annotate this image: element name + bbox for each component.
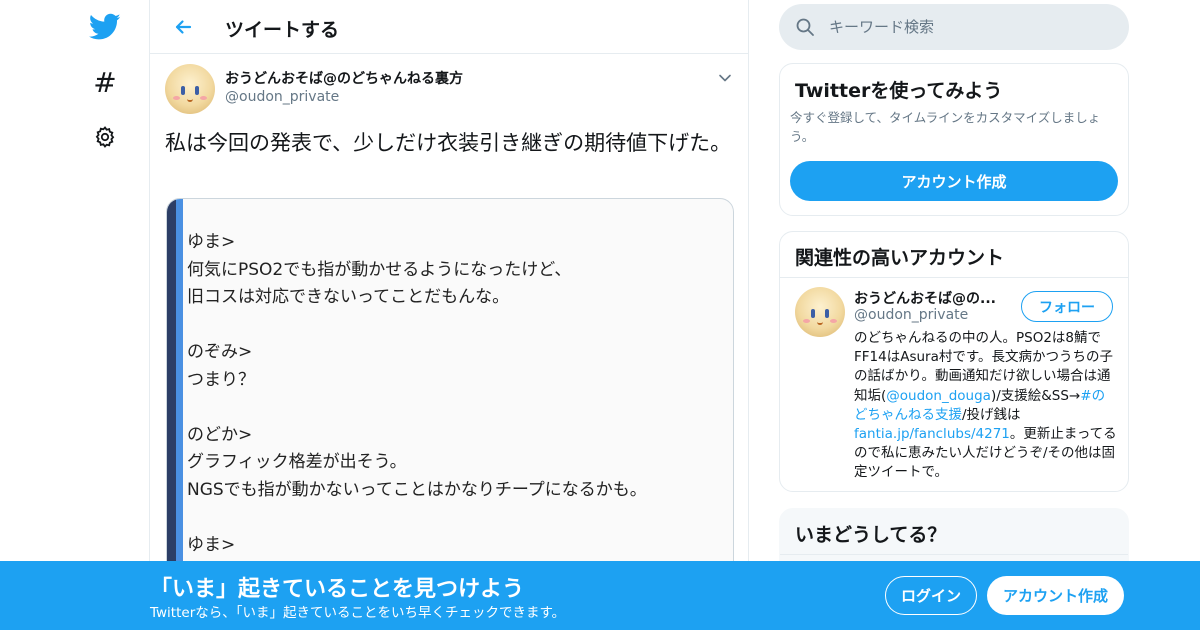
banner-title: 「いま」起きていることを見つけよう: [150, 577, 525, 602]
related-account-handle[interactable]: @oudon_private: [854, 307, 968, 323]
image-text-line: [187, 312, 727, 340]
settings-gear-icon[interactable]: [88, 120, 122, 154]
image-text-line: のどか>: [187, 424, 253, 445]
tweet-image[interactable]: ゆま> 何気にPSO2でも指が動かせるようになったけど、 旧コスは対応できないってこ…: [166, 198, 734, 578]
related-card-title: 関連性の高いアカウント: [795, 247, 1005, 269]
bio-mention-link[interactable]: @oudon_douga: [886, 388, 991, 404]
back-arrow-icon[interactable]: [168, 12, 198, 42]
signup-card-title: Twitterを使ってみよう: [795, 80, 1003, 102]
author-handle[interactable]: @oudon_private: [225, 89, 339, 105]
page-title: ツイートする: [225, 19, 340, 41]
divider: [780, 277, 1128, 278]
divider: [780, 554, 1128, 555]
image-text-line: ゆま>: [187, 232, 236, 252]
bio-text: /投げ銭は: [962, 406, 1021, 423]
trends-card-title: いまどうしてる？: [795, 524, 947, 546]
banner-create-account-button[interactable]: アカウント作成: [987, 576, 1124, 615]
left-nav: #: [0, 0, 150, 630]
image-text-line: 旧コスは対応できないってことだもんな。: [187, 287, 510, 307]
chevron-down-icon[interactable]: [718, 70, 732, 84]
image-text-line: [187, 394, 727, 422]
related-avatar[interactable]: [795, 287, 845, 337]
related-account-name[interactable]: おうどんおそば@の...: [854, 288, 996, 308]
follow-button[interactable]: フォロー: [1021, 291, 1113, 322]
twitter-bird-icon[interactable]: [88, 10, 122, 44]
image-text-line: のぞみ>: [187, 342, 253, 362]
author-avatar[interactable]: [165, 64, 215, 114]
search-icon: [795, 17, 815, 37]
banner-subtitle: Twitterなら、「いま」起きていることをいち早くチェックできます。: [150, 605, 566, 621]
signup-card: Twitterを使ってみよう 今すぐ登録して、タイムラインをカスタマイズしましょ…: [779, 63, 1129, 216]
image-text-lines: ゆま> 何気にPSO2でも指が動かせるようになったけど、 旧コスは対応できないってこ…: [187, 229, 727, 559]
related-account-bio: のどちゃんねるの中の人。PSO2は8鯖でFF14はAsura村です。長文病かつう…: [854, 329, 1118, 483]
search-input[interactable]: [829, 4, 1109, 50]
tweet-text: 私は今回の発表で、少しだけ衣装引き継ぎの期待値下げた。: [165, 131, 732, 155]
image-text-line: [187, 504, 727, 532]
bio-url-link[interactable]: fantia.jp/fanclubs/4271: [854, 426, 1010, 442]
explore-hashtag-icon[interactable]: #: [88, 66, 122, 100]
login-button[interactable]: ログイン: [885, 576, 977, 615]
tweet-author-row: おうどんおそば@のどちゃんねる裏方 @oudon_private: [150, 54, 748, 120]
image-text-line: つまり？: [187, 369, 255, 390]
bio-text: )/支援絵&SS→: [990, 387, 1081, 404]
image-text-line: ゆま>: [187, 534, 236, 555]
search-box[interactable]: [779, 4, 1129, 50]
image-text-line: 何気にPSO2でも指が動かせるようになったけど、: [187, 259, 572, 280]
image-side-bar: [167, 199, 183, 577]
create-account-button[interactable]: アカウント作成: [790, 161, 1118, 201]
signup-description: 今すぐ登録して、タイムラインをカスタマイズしましょう。: [790, 110, 1101, 144]
image-text-line: グラフィック格差が出そう。: [187, 452, 407, 472]
main-column: ツイートする おうどんおそば@のどちゃんねる裏方 @oudon_private …: [149, 0, 749, 630]
page-header: ツイートする: [150, 0, 748, 54]
signup-banner: 「いま」起きていることを見つけよう Twitterなら、「いま」起きていることを…: [0, 561, 1200, 630]
related-accounts-card: 関連性の高いアカウント おうどんおそば@の... @oudon_private …: [779, 231, 1129, 492]
image-text-line: NGSでも指が動かないってことはかなりチープになるかも。: [187, 479, 647, 500]
author-name[interactable]: おうどんおそば@のどちゃんねる裏方: [225, 68, 463, 88]
